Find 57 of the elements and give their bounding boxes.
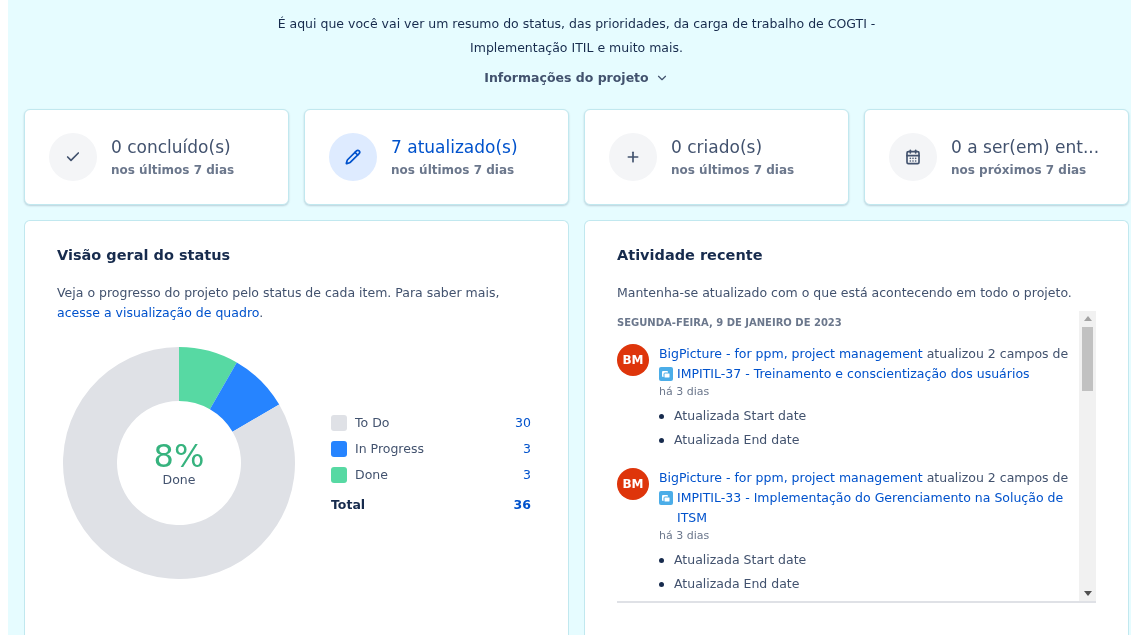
stat-subtitle: nos próximos 7 dias [951,163,1088,177]
legend-count: 3 [523,441,531,456]
date-heading: SEGUNDA-FEIRA, 9 DE JANEIRO DE 2023 [617,317,843,328]
stat-card[interactable]: 7 atualizado(s) nos últimos 7 dias [304,109,569,205]
issue-type-icon [659,491,673,505]
plus-icon [609,133,657,181]
activity-time: há 3 dias [659,384,711,400]
panel-description: Veja o progresso do projeto pelo status de cada item. Para saber mais, acesse a visualização de quadro. [57,284,501,322]
activity-sentence: BigPicture - for ppm, project management atualizou 2 campos de [659,345,1070,363]
legend-count: 30 [515,415,531,430]
bullet-icon [659,557,664,563]
stat-title: 7 atualizado(s) [391,137,518,157]
user-avatar: BM [617,344,649,376]
activity-sentence: BigPicture - for ppm, project management atualizou 2 campos de [659,469,1070,487]
done-label: Done [162,471,196,487]
stat-card[interactable]: 0 concluído(s) nos últimos 7 dias [24,109,289,205]
total-label: Total [331,496,367,512]
stat-card[interactable]: 0 a ser(em) ent... nos próximos 7 dias [864,109,1129,205]
panel-title: Atividade recente [617,247,764,263]
issue-link[interactable]: IMPITIL-33 - Implementação do Gerenciamento na Solução de ITSM [677,488,1079,528]
calendar-icon [889,133,937,181]
stat-subtitle: nos últimos 7 dias [111,163,235,177]
stat-title: 0 criado(s) [671,137,763,157]
panel-description: Mantenha-se atualizado com o que está acontecendo em todo o projeto. [617,284,1073,302]
total-count: 36 [513,496,531,512]
issue-type-icon [659,367,673,381]
legend-label: To Do [355,415,391,430]
stat-title: 0 a ser(em) ent... [951,137,1100,157]
bullet-icon [659,437,664,443]
activity-time: há 3 dias [659,528,711,544]
stat-card[interactable]: 0 criado(s) nos últimos 7 dias [584,109,849,205]
change-item: Atualizada End date [674,575,800,593]
actor-link[interactable]: BigPicture - for ppm, project management [659,470,923,485]
scroll-down-icon[interactable] [1083,591,1092,597]
project-info-toggle[interactable]: Informações do projeto [480,68,673,87]
done-percentage: 8% [153,439,205,472]
check-icon [49,133,97,181]
change-item: Atualizada End date [674,431,800,449]
bullet-icon [659,581,664,587]
panel-title: Visão geral do status [57,247,232,263]
scrollbar-thumb[interactable] [1082,327,1093,391]
stat-title: 0 concluído(s) [111,137,232,157]
change-item: Atualizada Start date [674,407,807,425]
legend-label: In Progress [355,441,425,456]
user-avatar: BM [617,468,649,500]
issue-link[interactable]: IMPITIL-37 - Treinamento e conscientização dos usuários [677,364,1030,384]
scroll-up-icon[interactable] [1083,315,1092,321]
stat-subtitle: nos últimos 7 dias [671,163,795,177]
pencil-icon [329,133,377,181]
scrollbar[interactable] [1079,311,1096,601]
project-description: É aqui que você vai ver um resumo do status, das prioridades, da carga de trabalho de COGTI - Implementação ITIL e muito mais. [276,15,877,57]
actor-link[interactable]: BigPicture - for ppm, project management [659,346,923,361]
change-item: Atualizada Start date [674,551,807,569]
legend-label: Done [355,467,389,482]
legend-count: 3 [523,467,531,482]
bullet-icon [659,413,664,419]
stat-subtitle: nos últimos 7 dias [391,163,516,177]
